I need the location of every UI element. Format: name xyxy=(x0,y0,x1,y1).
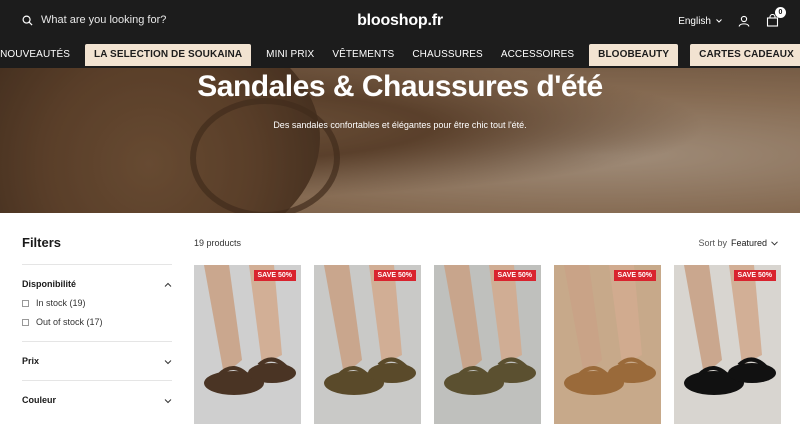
product-card[interactable]: SAVE 50% xyxy=(194,265,301,424)
checkbox[interactable] xyxy=(22,318,29,326)
nav-item[interactable]: MINI PRIX xyxy=(257,44,323,66)
nav-item[interactable]: VÊTEMENTS xyxy=(323,44,403,66)
hero-title: Sandales & Chaussures d'été xyxy=(197,70,603,103)
filter-availability[interactable]: Disponibilité In stock (19) Out of stock… xyxy=(22,264,172,341)
filter-color[interactable]: Couleur xyxy=(22,380,172,419)
product-image xyxy=(204,265,296,395)
cart-count-badge: 0 xyxy=(775,7,786,18)
account-icon[interactable] xyxy=(738,15,750,27)
filter-option-in-stock[interactable]: In stock (19) xyxy=(22,298,172,308)
cart-button[interactable]: 0 xyxy=(766,7,786,28)
filters-sidebar: Filters Disponibilité In stock (19) Out … xyxy=(22,235,172,419)
filter-availability-title: Disponibilité xyxy=(22,279,76,289)
sort-value: Featured xyxy=(730,238,767,248)
checkbox[interactable] xyxy=(22,299,29,307)
product-grid: SAVE 50% SAVE 50% SAVE 50% SAVE 50% SAVE 50% xyxy=(194,265,781,424)
product-card[interactable]: SAVE 50% xyxy=(434,265,541,424)
filter-option-label: In stock (19) xyxy=(36,298,86,308)
sort-dropdown[interactable]: Sort by Featured xyxy=(698,238,778,248)
product-image xyxy=(324,265,416,395)
filter-option-out-of-stock[interactable]: Out of stock (17) xyxy=(22,317,172,327)
product-count: 19 products xyxy=(194,238,242,248)
nav-item[interactable]: NOUVEAUTÉS xyxy=(0,44,79,66)
chevron-down-icon xyxy=(716,19,722,23)
filter-price[interactable]: Prix xyxy=(22,341,172,380)
filter-color-title: Couleur xyxy=(22,395,57,405)
sale-badge: SAVE 50% xyxy=(493,270,536,281)
filters-title: Filters xyxy=(22,235,62,250)
sale-badge: SAVE 50% xyxy=(373,270,416,281)
sale-badge: SAVE 50% xyxy=(733,270,776,281)
nav-item[interactable]: BLOOBEAUTY xyxy=(589,44,679,66)
chevron-down-icon[interactable] xyxy=(164,358,172,366)
sale-badge: SAVE 50% xyxy=(613,270,656,281)
language-selector[interactable]: English xyxy=(678,16,722,27)
nav-item[interactable]: LA SELECTION DE SOUKAINA xyxy=(85,44,252,66)
product-card[interactable]: SAVE 50% xyxy=(314,265,421,424)
chevron-up-icon[interactable] xyxy=(164,281,172,289)
chevron-down-icon[interactable] xyxy=(164,397,172,405)
product-card[interactable]: SAVE 50% xyxy=(554,265,661,424)
filter-price-title: Prix xyxy=(22,356,40,366)
sort-label: Sort by xyxy=(698,238,727,248)
product-card[interactable]: SAVE 50% xyxy=(674,265,781,424)
hero-banner: Sandales & Chaussures d'été Des sandales… xyxy=(0,68,800,213)
nav-item[interactable]: ACCESSOIRES xyxy=(492,44,583,66)
language-label: English xyxy=(678,15,711,27)
top-bar: What are you looking for? blooshop.fr En… xyxy=(0,0,800,44)
sale-badge: SAVE 50% xyxy=(253,270,296,281)
nav-item[interactable]: CARTES CADEAUX xyxy=(690,44,800,66)
filter-option-label: Out of stock (17) xyxy=(36,317,103,327)
product-image xyxy=(684,265,776,395)
hero-subtitle: Des sandales confortables et élégantes p… xyxy=(273,120,527,130)
product-image xyxy=(444,265,536,395)
main-nav: NOUVEAUTÉS LA SELECTION DE SOUKAINA MINI P… xyxy=(0,44,800,68)
product-image xyxy=(564,265,656,395)
chevron-down-icon xyxy=(771,240,778,246)
nav-item[interactable]: CHAUSSURES xyxy=(403,44,491,66)
